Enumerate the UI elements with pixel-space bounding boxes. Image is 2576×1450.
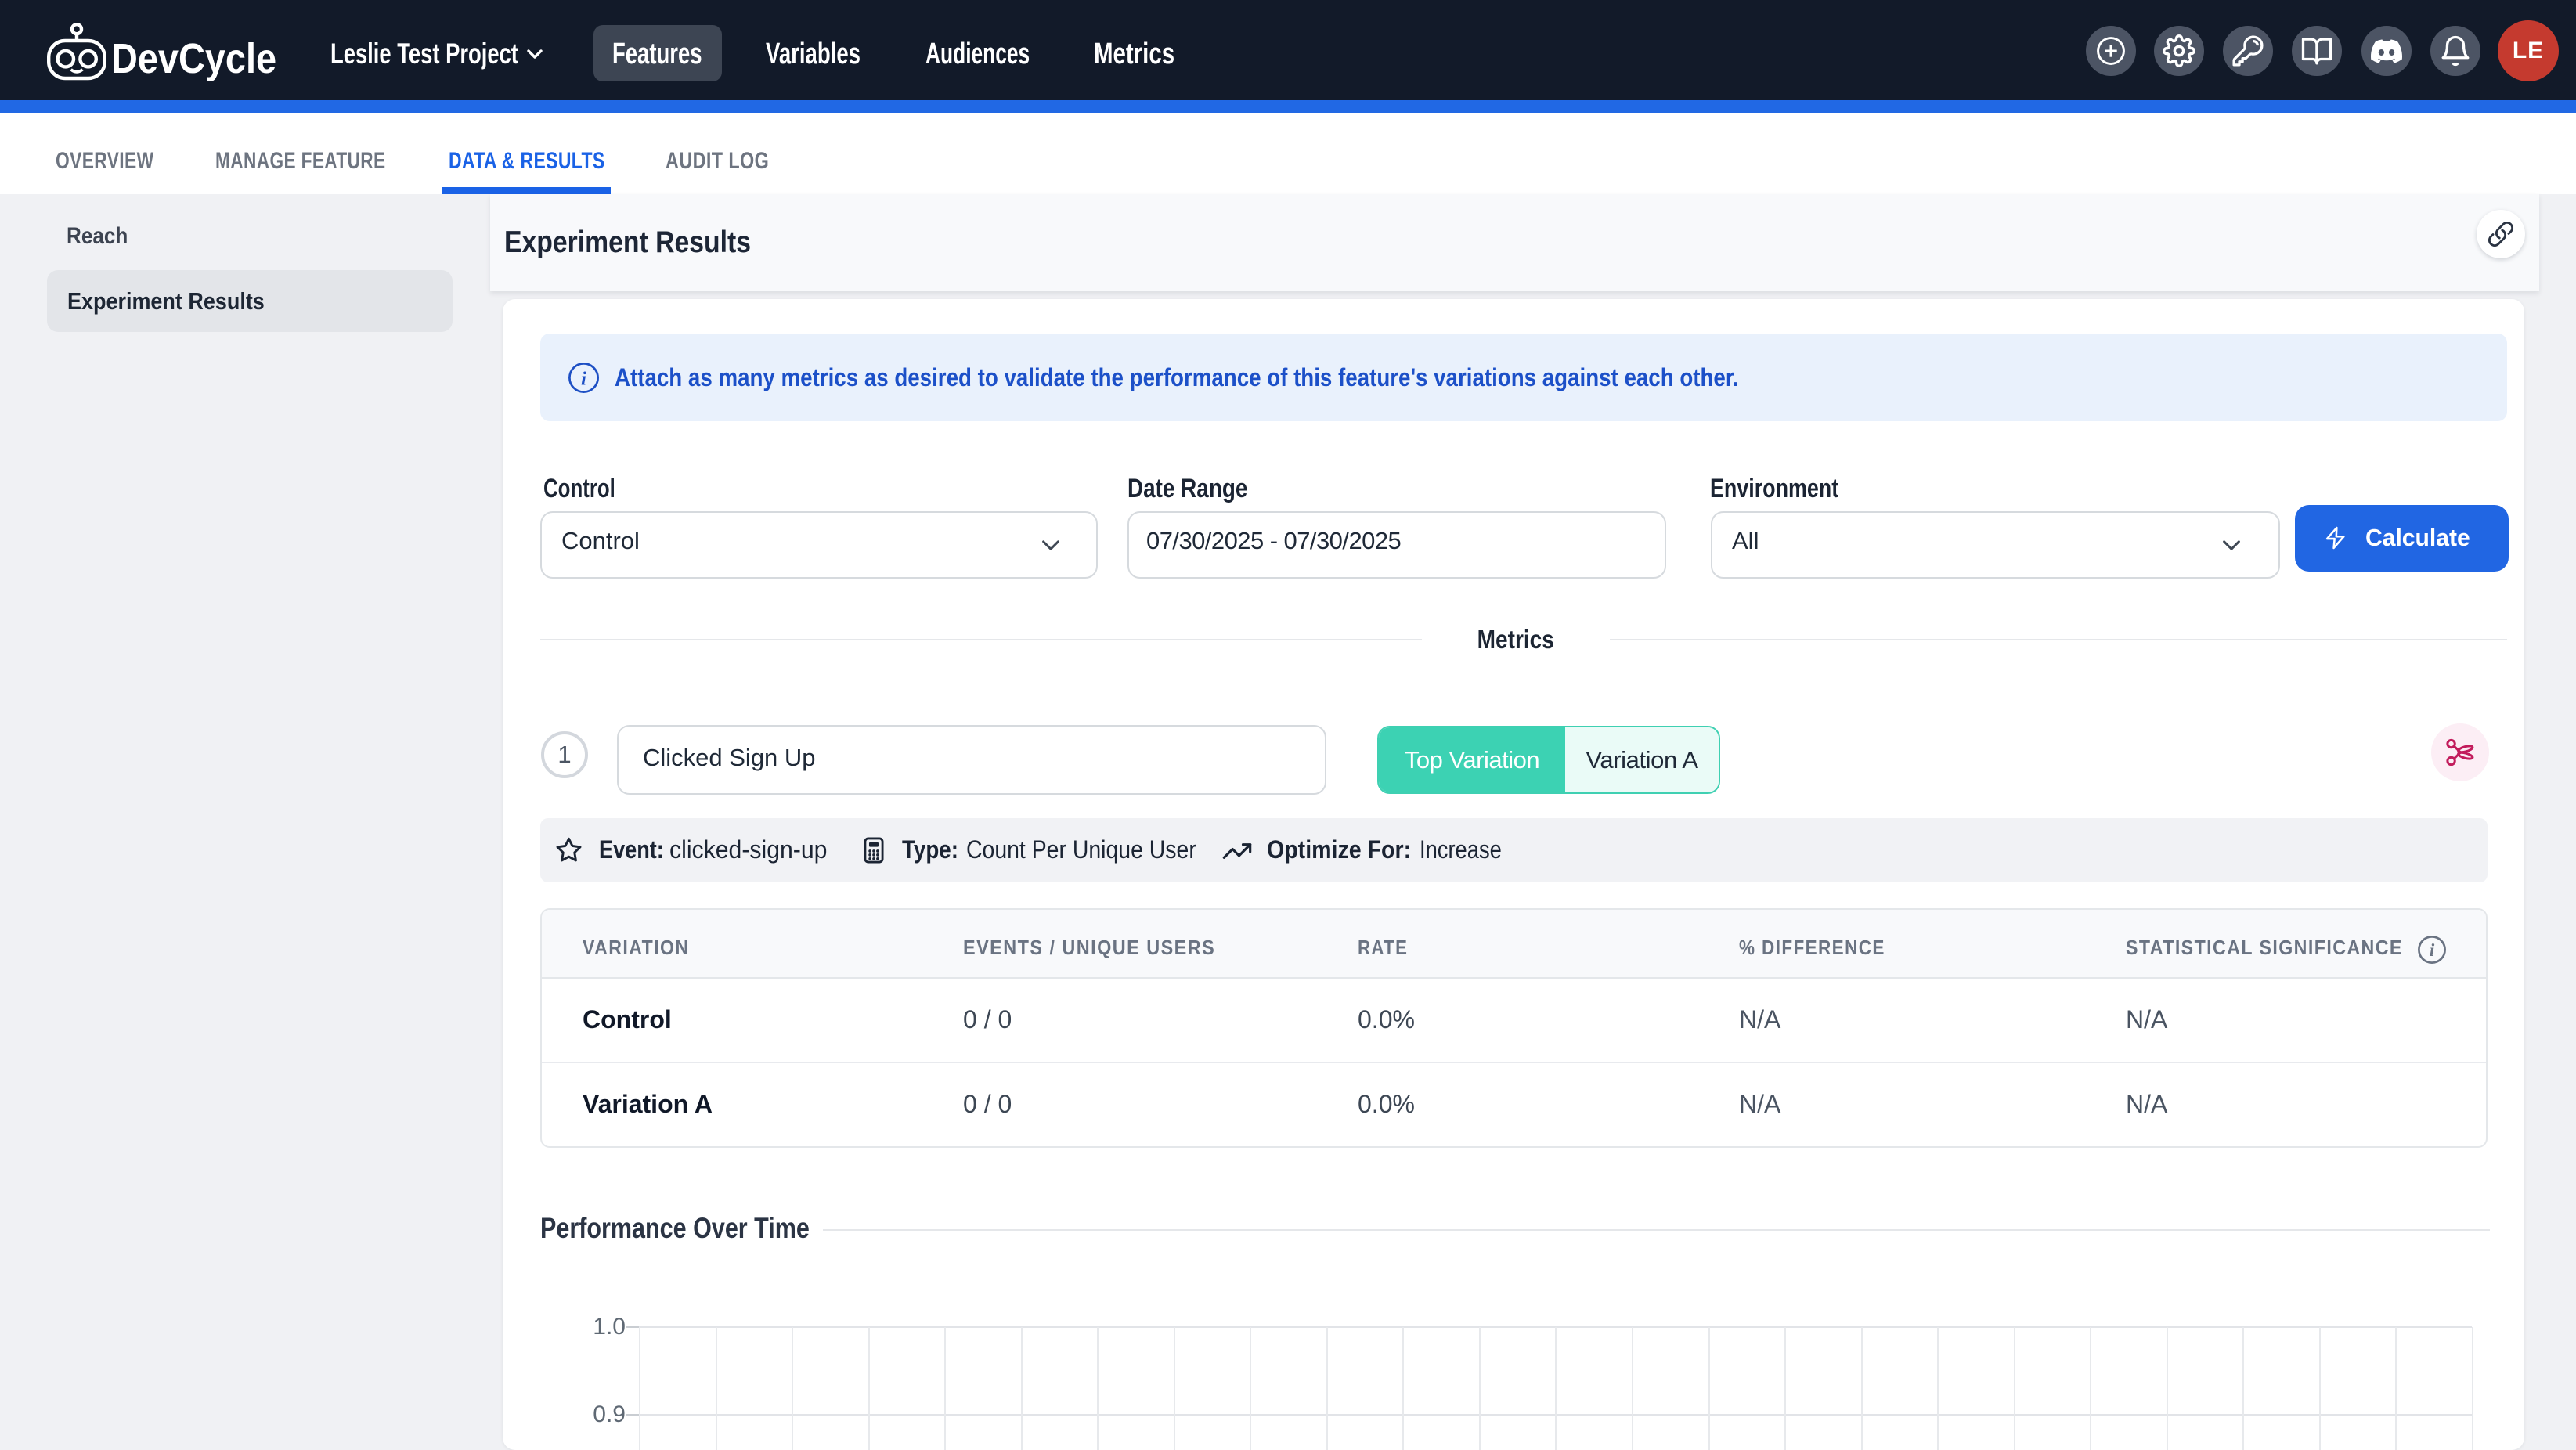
svg-text:i: i [2430,940,2435,960]
svg-text:i: i [581,368,586,389]
